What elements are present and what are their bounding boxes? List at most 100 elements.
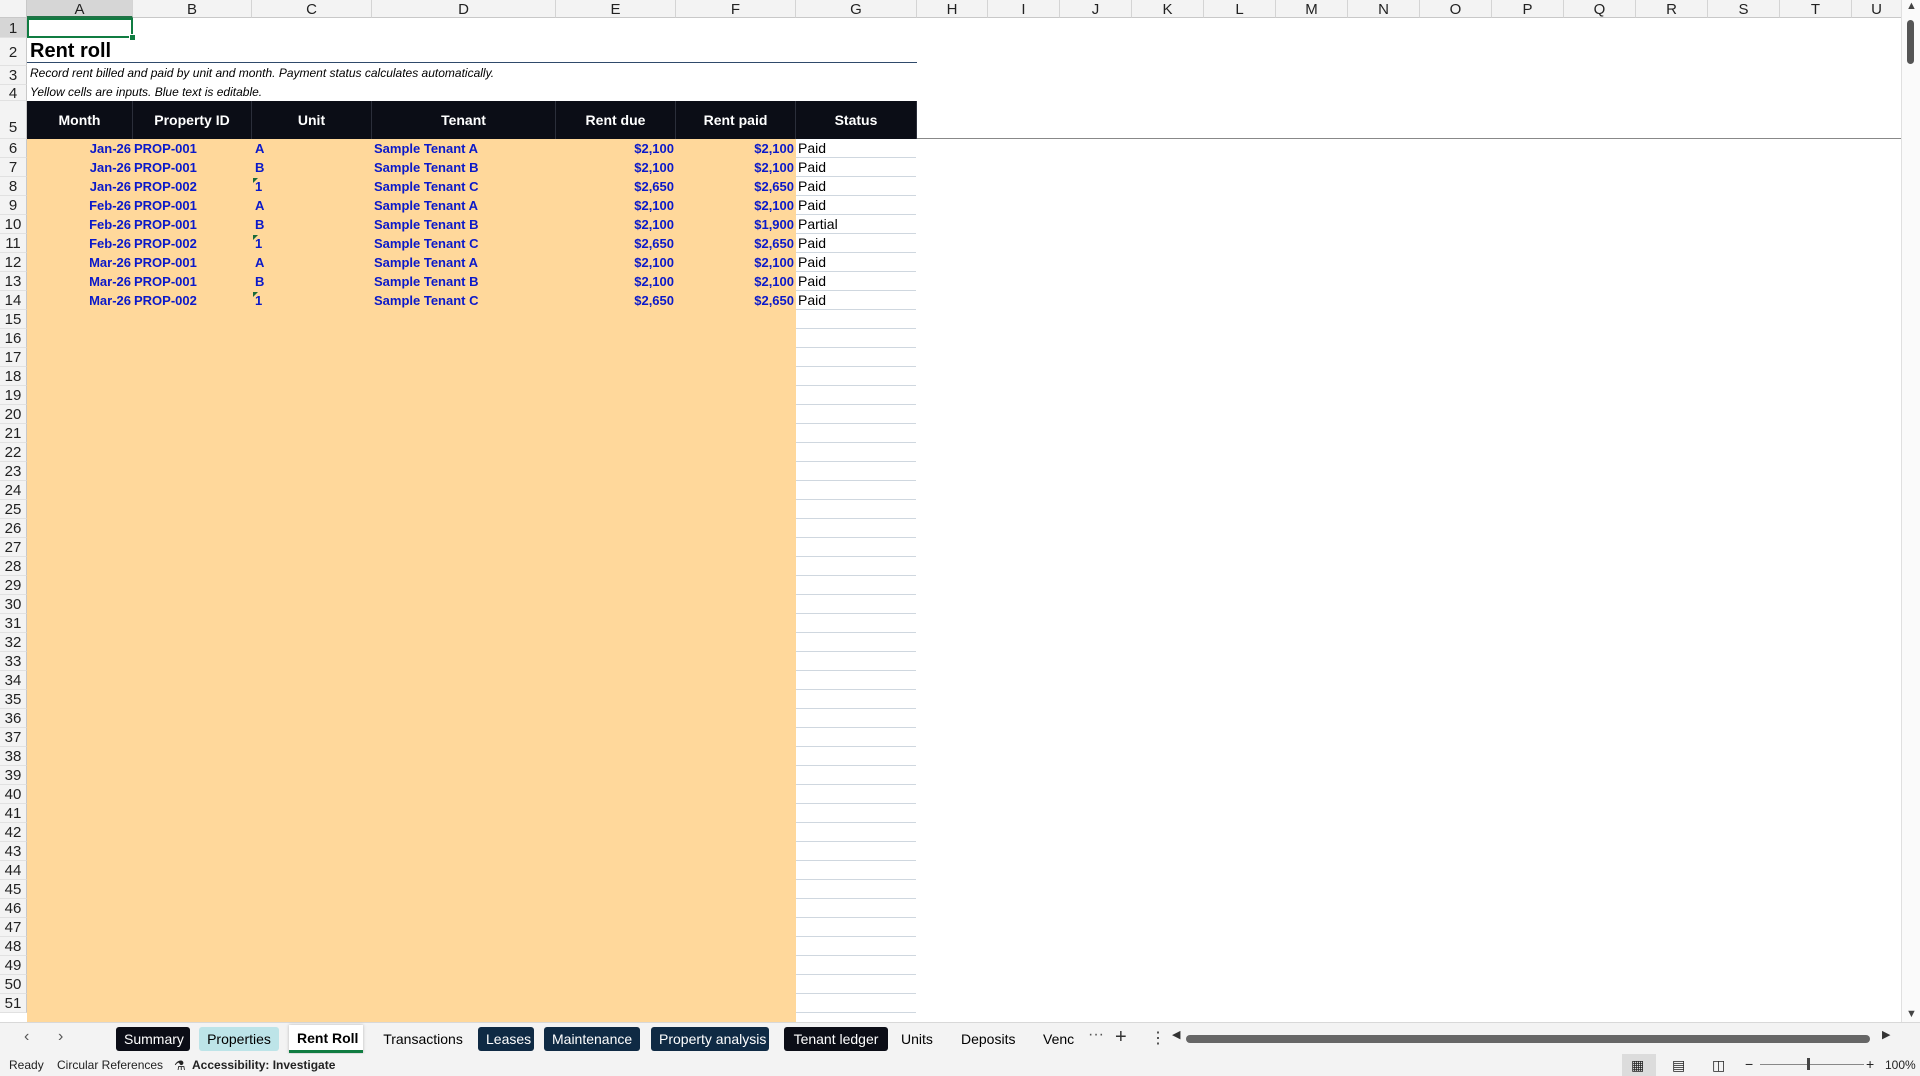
zoom-out-icon[interactable]: − xyxy=(1745,1056,1753,1072)
spreadsheet-grid[interactable]: ABCDEFGHIJKLMNOPQRSTU 1 2 3 4 5 6 7 8 9 10 11 12 13 1… xyxy=(0,0,1920,1022)
header-rent-paid[interactable]: Rent paid xyxy=(676,101,796,139)
row-header-18[interactable]: 18 xyxy=(0,367,27,386)
row-header-5[interactable]: 5 xyxy=(0,101,27,139)
cell-month[interactable]: Feb-26 xyxy=(27,196,133,215)
cell-property[interactable]: PROP-002 xyxy=(134,234,253,253)
row-header-46[interactable]: 46 xyxy=(0,899,27,918)
cell-paid[interactable]: $2,100 xyxy=(676,253,796,272)
cell-unit[interactable]: B xyxy=(255,215,375,234)
row-header-50[interactable]: 50 xyxy=(0,975,27,994)
row-header-22[interactable]: 22 xyxy=(0,443,27,462)
scroll-down-icon[interactable]: ▼ xyxy=(1906,1008,1917,1020)
row-header-26[interactable]: 26 xyxy=(0,519,27,538)
cell-tenant[interactable]: Sample Tenant A xyxy=(374,253,558,272)
cell-month[interactable]: Jan-26 xyxy=(27,139,133,158)
chevron-right-icon[interactable]: › xyxy=(58,1028,63,1046)
add-sheet-icon[interactable]: + xyxy=(1115,1026,1127,1049)
cell-status[interactable]: Paid xyxy=(798,139,919,158)
row-header-49[interactable]: 49 xyxy=(0,956,27,975)
cell-due[interactable]: $2,650 xyxy=(556,234,676,253)
cell-paid[interactable]: $2,100 xyxy=(676,196,796,215)
row-header-39[interactable]: 39 xyxy=(0,766,27,785)
column-header-q[interactable]: Q xyxy=(1564,0,1636,18)
tab-summary[interactable]: Summary xyxy=(116,1027,190,1051)
row-header-47[interactable]: 47 xyxy=(0,918,27,937)
row-header-14[interactable]: 14 xyxy=(0,291,27,310)
row-header-40[interactable]: 40 xyxy=(0,785,27,804)
column-header-c[interactable]: C xyxy=(252,0,372,18)
cell-unit[interactable]: 1 xyxy=(255,234,375,253)
cell-property[interactable]: PROP-001 xyxy=(134,253,253,272)
scroll-left-icon[interactable]: ◀ xyxy=(1172,1028,1180,1041)
cell-unit[interactable]: A xyxy=(255,253,375,272)
row-header-27[interactable]: 27 xyxy=(0,538,27,557)
row-header-36[interactable]: 36 xyxy=(0,709,27,728)
row-header-44[interactable]: 44 xyxy=(0,861,27,880)
row-header-41[interactable]: 41 xyxy=(0,804,27,823)
cell-paid[interactable]: $2,100 xyxy=(676,139,796,158)
tab-deposits[interactable]: Deposits xyxy=(953,1027,1023,1051)
cell-tenant[interactable]: Sample Tenant C xyxy=(374,291,558,310)
cell-status[interactable]: Paid xyxy=(798,234,919,253)
number-as-text-warning-icon[interactable] xyxy=(253,235,258,240)
row-header-15[interactable]: 15 xyxy=(0,310,27,329)
row-header-35[interactable]: 35 xyxy=(0,690,27,709)
cell-status[interactable]: Paid xyxy=(798,196,919,215)
cell-status[interactable]: Paid xyxy=(798,158,919,177)
cell-month[interactable]: Mar-26 xyxy=(27,272,133,291)
row-header-13[interactable]: 13 xyxy=(0,272,27,291)
cell-status[interactable]: Partial xyxy=(798,215,919,234)
row-header-29[interactable]: 29 xyxy=(0,576,27,595)
column-header-n[interactable]: N xyxy=(1348,0,1420,18)
number-as-text-warning-icon[interactable] xyxy=(253,292,258,297)
cell-property[interactable]: PROP-001 xyxy=(134,158,253,177)
cell-property[interactable]: PROP-002 xyxy=(134,291,253,310)
column-header-k[interactable]: K xyxy=(1132,0,1204,18)
header-unit[interactable]: Unit xyxy=(252,101,372,139)
cell-status[interactable]: Paid xyxy=(798,253,919,272)
row-header-43[interactable]: 43 xyxy=(0,842,27,861)
cell-paid[interactable]: $2,100 xyxy=(676,158,796,177)
chevron-left-icon[interactable]: ‹ xyxy=(24,1028,29,1046)
cell-unit[interactable]: B xyxy=(255,158,375,177)
cell-paid[interactable]: $2,650 xyxy=(676,234,796,253)
column-header-j[interactable]: J xyxy=(1060,0,1132,18)
row-header-45[interactable]: 45 xyxy=(0,880,27,899)
horizontal-scroll-thumb[interactable] xyxy=(1186,1035,1870,1043)
row-header-21[interactable]: 21 xyxy=(0,424,27,443)
cell-unit[interactable]: B xyxy=(255,272,375,291)
vertical-scrollbar[interactable]: ▲ ▼ xyxy=(1901,0,1920,1022)
row-header-23[interactable]: 23 xyxy=(0,462,27,481)
column-header-m[interactable]: M xyxy=(1276,0,1348,18)
scroll-right-icon[interactable]: ▶ xyxy=(1882,1028,1890,1041)
number-as-text-warning-icon[interactable] xyxy=(253,178,258,183)
tab-tenant-ledger[interactable]: Tenant ledger xyxy=(784,1027,888,1051)
row-header-51[interactable]: 51 xyxy=(0,994,27,1013)
cell-month[interactable]: Jan-26 xyxy=(27,158,133,177)
header-month[interactable]: Month xyxy=(27,101,133,139)
row-header-11[interactable]: 11 xyxy=(0,234,27,253)
tab-venc[interactable]: Venc xyxy=(1035,1027,1079,1051)
row-header-34[interactable]: 34 xyxy=(0,671,27,690)
zoom-slider-track[interactable] xyxy=(1760,1064,1864,1065)
fill-handle[interactable] xyxy=(129,34,136,41)
vertical-scroll-thumb[interactable] xyxy=(1907,20,1914,64)
cell-status[interactable]: Paid xyxy=(798,272,919,291)
cell-status[interactable]: Paid xyxy=(798,177,919,196)
active-cell-selection[interactable] xyxy=(27,18,133,38)
zoom-level[interactable]: 100% xyxy=(1885,1058,1916,1072)
cell-paid[interactable]: $2,100 xyxy=(676,272,796,291)
tab-maintenance[interactable]: Maintenance xyxy=(544,1027,640,1051)
column-header-h[interactable]: H xyxy=(917,0,988,18)
row-header-38[interactable]: 38 xyxy=(0,747,27,766)
normal-view-icon[interactable]: ▦ xyxy=(1631,1057,1644,1074)
column-header-e[interactable]: E xyxy=(556,0,676,18)
row-header-31[interactable]: 31 xyxy=(0,614,27,633)
cell-due[interactable]: $2,100 xyxy=(556,272,676,291)
row-header-16[interactable]: 16 xyxy=(0,329,27,348)
tab-units[interactable]: Units xyxy=(893,1027,939,1051)
tab-rent-roll[interactable]: Rent Roll xyxy=(289,1025,363,1053)
cell-due[interactable]: $2,650 xyxy=(556,177,676,196)
cell-tenant[interactable]: Sample Tenant B xyxy=(374,158,558,177)
row-header-2[interactable]: 2 xyxy=(0,38,27,66)
